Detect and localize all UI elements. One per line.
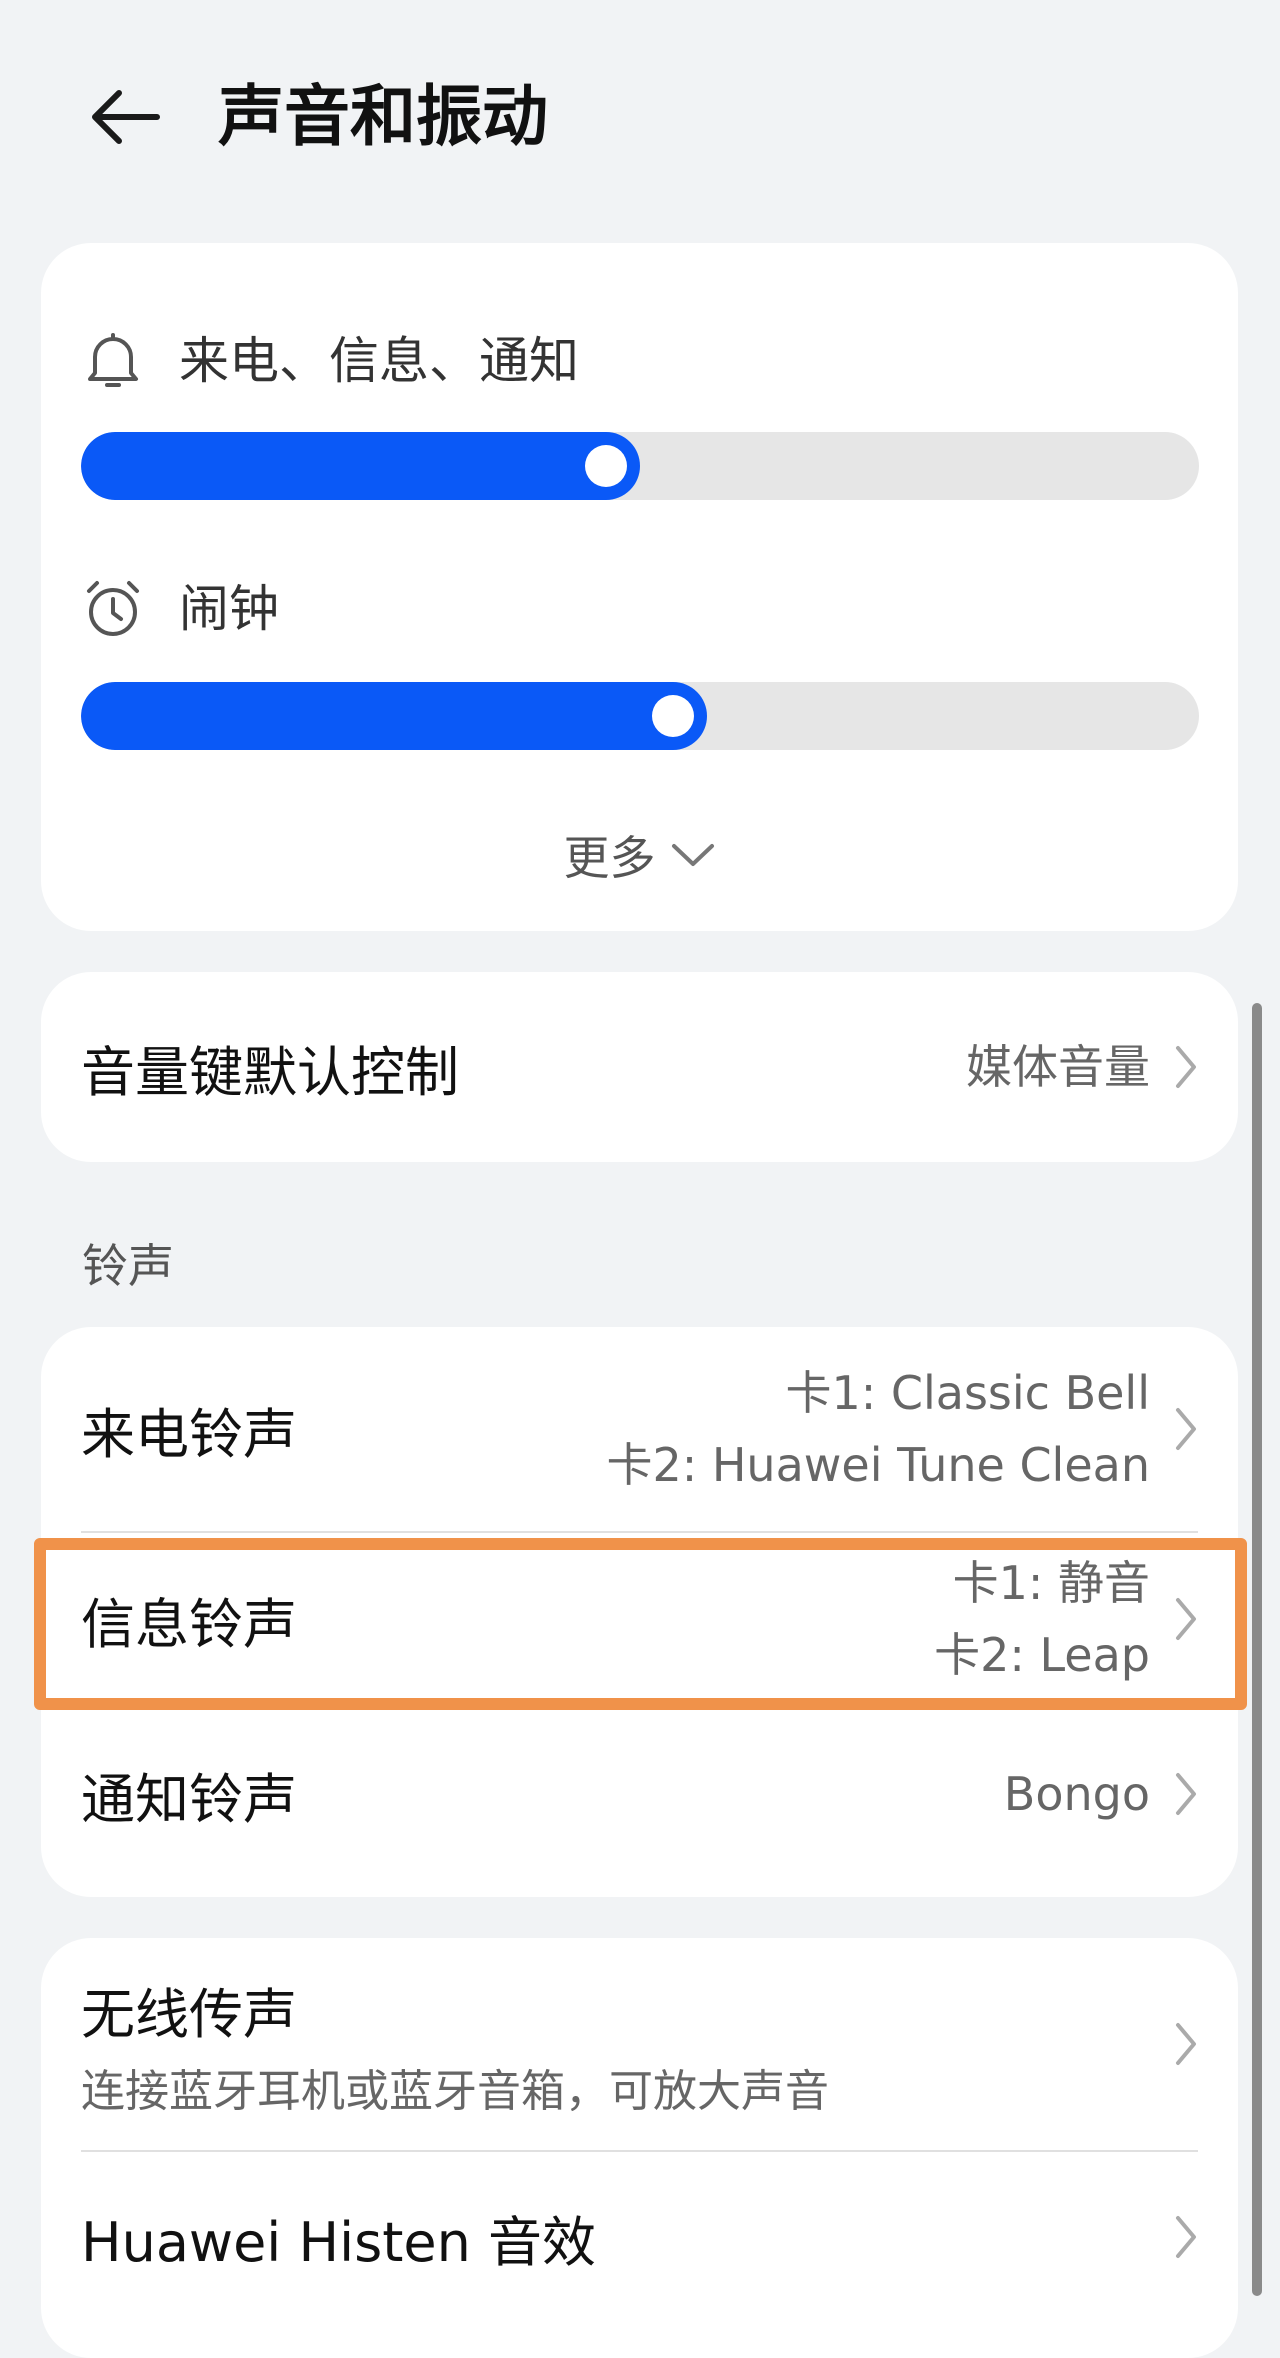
alarm-volume-fill [81,682,707,750]
chevron-right-icon [1176,2216,1196,2258]
message-ringtone-values: 卡1: 静音 卡2: Leap [934,1547,1150,1691]
volume-key-value: 媒体音量 [966,1040,1150,1094]
wireless-audio-row[interactable]: 无线传声 连接蓝牙耳机或蓝牙音箱，可放大声音 [41,1938,1238,2150]
page-title: 声音和振动 [218,78,548,155]
call-ringtone-values: 卡1: Classic Bell 卡2: Huawei Tune Clean [606,1357,1150,1501]
volume-card: 来电、信息、通知 闹钟 更多 [41,243,1238,931]
wireless-audio-text: 无线传声 连接蓝牙耳机或蓝牙音箱，可放大声音 [81,1970,1150,2119]
ringtone-volume-fill [81,432,640,500]
chevron-right-icon [1176,1408,1196,1450]
chevron-right-icon [1176,1773,1196,1815]
ringtone-volume-thumb[interactable] [585,445,627,487]
header: 声音和振动 [0,0,1280,230]
extras-card: 无线传声 连接蓝牙耳机或蓝牙音箱，可放大声音 Huawei Histen 音效 [41,1938,1238,2358]
call-ringtone-title: 来电铃声 [81,1402,297,1466]
message-ringtone-title: 信息铃声 [81,1592,297,1656]
scrollbar[interactable] [1252,1003,1262,2296]
alarm-volume-slider[interactable] [81,682,1199,750]
chevron-right-icon [1176,2023,1196,2065]
notification-ringtone-value: Bongo [1003,1767,1150,1821]
ringtone-volume-slider[interactable] [81,432,1199,500]
ringtone-volume-row: 来电、信息、通知 [81,329,579,393]
alarm-clock-icon [87,581,139,636]
ringtone-volume-label: 来电、信息、通知 [179,332,579,390]
arrow-left-icon [92,90,160,144]
more-label: 更多 [563,831,656,885]
alarm-volume-thumb[interactable] [652,695,694,737]
call-ringtone-row[interactable]: 来电铃声 卡1: Classic Bell 卡2: Huawei Tune Cl… [41,1327,1238,1531]
alarm-volume-row: 闹钟 [81,577,279,641]
message-ringtone-sim2: 卡2: Leap [934,1628,1150,1682]
ringtones-card: 来电铃声 卡1: Classic Bell 卡2: Huawei Tune Cl… [41,1327,1238,1897]
histen-row[interactable]: Huawei Histen 音效 [41,2152,1238,2322]
more-button[interactable]: 更多 [41,820,1238,890]
notification-ringtone-row[interactable]: 通知铃声 Bongo [41,1709,1238,1879]
wireless-audio-subtitle: 连接蓝牙耳机或蓝牙音箱，可放大声音 [81,2065,829,2117]
alarm-volume-label: 闹钟 [179,580,279,638]
call-ringtone-sim1: 卡1: Classic Bell [785,1366,1150,1420]
volume-key-row[interactable]: 音量键默认控制 媒体音量 [41,972,1238,1162]
histen-title: Huawei Histen 音效 [81,2210,597,2274]
chevron-down-icon [671,844,714,866]
message-ringtone-sim1: 卡1: 静音 [952,1556,1150,1610]
section-label-ringtones: 铃声 [82,1239,174,1293]
wireless-audio-title: 无线传声 [81,1982,297,2046]
bell-icon [88,333,138,387]
call-ringtone-sim2: 卡2: Huawei Tune Clean [606,1438,1150,1492]
volume-key-title: 音量键默认控制 [81,1040,459,1104]
back-button[interactable] [70,62,180,172]
chevron-right-icon [1176,1598,1196,1640]
message-ringtone-row[interactable]: 信息铃声 卡1: 静音 卡2: Leap [41,1533,1238,1705]
volume-key-card: 音量键默认控制 媒体音量 [41,972,1238,1162]
notification-ringtone-title: 通知铃声 [81,1767,297,1831]
chevron-right-icon [1176,1046,1196,1088]
